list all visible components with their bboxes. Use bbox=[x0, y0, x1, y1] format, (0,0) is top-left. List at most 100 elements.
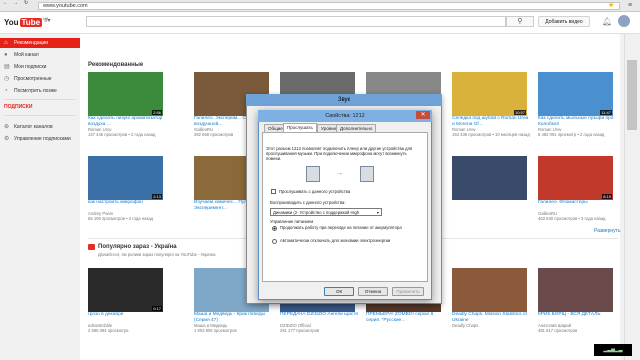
forward-icon[interactable]: → bbox=[13, 0, 18, 6]
clock-icon: ◔ bbox=[4, 88, 8, 94]
expand-link[interactable]: Развернуть bbox=[594, 228, 621, 234]
video-card[interactable]: 8:19 Галилео. Фломастеры GalileoRU 463 630 … bbox=[538, 156, 616, 221]
video-card[interactable]: 0:17 грозо в декабре edsonEcbble 2 595 084 … bbox=[88, 268, 166, 333]
logo-you: You bbox=[4, 17, 19, 27]
avatar[interactable] bbox=[618, 15, 630, 27]
reload-icon[interactable]: ↻ bbox=[24, 0, 28, 6]
ok-button[interactable]: ОК bbox=[324, 287, 354, 296]
video-card[interactable]: 2:13 как настроить микрофон Andrey Panin 55… bbox=[88, 156, 166, 221]
video-title[interactable]: Как сделать мыльные пузыри про Колобка!! bbox=[538, 116, 616, 127]
video-meta: 147 445 просмотров • 2 года назад bbox=[88, 132, 156, 137]
radio-keep-running[interactable] bbox=[272, 226, 277, 231]
playback-device-select[interactable]: Динамики (2- Устройство с поддержкой Hig… bbox=[270, 208, 382, 216]
sidebar-item-watch-later[interactable]: ◔ Посмотреть позже bbox=[0, 86, 80, 96]
sidebar-item-label: Рекомендации bbox=[14, 40, 49, 46]
video-title[interactable]: ПЕРЕДАЧА DZIDZIO Ангели щастя bbox=[280, 312, 358, 323]
video-title[interactable]: грозо в декабре bbox=[88, 312, 166, 323]
listen-description: Этот разъем 1212 позволяет подключить пл… bbox=[266, 146, 413, 161]
video-meta: 281 277 просмотров bbox=[280, 328, 320, 333]
arrow-right-icon: → bbox=[336, 170, 343, 177]
video-title[interactable]: Deadly Chaps. Mission Statistics of Ukra… bbox=[452, 312, 530, 323]
address-bar[interactable]: www.youtube.com bbox=[38, 2, 620, 10]
video-thumbnail[interactable]: 8:19 bbox=[538, 156, 613, 200]
radio-keep-running-label: Продолжать работу при переходе на питани… bbox=[280, 225, 402, 230]
sidebar-item-subscriptions[interactable]: ▤ Мои подписки bbox=[0, 62, 80, 72]
section-subtitle-popular: Дізнайтеся, які ролики зараз популярні н… bbox=[98, 252, 216, 257]
video-title[interactable]: Селедка под шубой с Roman Urea и Morena … bbox=[452, 116, 530, 127]
video-card[interactable]: 10:57 Селедка под шубой с Roman Urea и Mo… bbox=[452, 72, 530, 137]
divider bbox=[4, 115, 76, 116]
sidebar-item-label: Мой канал bbox=[14, 52, 39, 58]
video-thumbnail[interactable] bbox=[538, 268, 613, 312]
listen-checkbox-label: Прослушивать с данного устройства bbox=[279, 189, 351, 194]
sidebar-item-my-channel[interactable]: ● Мой канал bbox=[0, 50, 80, 60]
video-thumbnail[interactable] bbox=[452, 268, 527, 312]
bookmark-star-icon[interactable]: ★ bbox=[608, 2, 614, 10]
close-icon[interactable]: ✕ bbox=[416, 111, 430, 119]
properties-dialog-title: Свойства: 1212 bbox=[258, 110, 432, 122]
listen-checkbox[interactable] bbox=[271, 189, 276, 194]
video-duration: 0:17 bbox=[152, 306, 162, 311]
tab-advanced[interactable]: Дополнительно bbox=[336, 124, 377, 132]
channel-avatar-icon bbox=[88, 244, 95, 250]
radio-auto-disable-label: Автоматически отключать для экономии эле… bbox=[280, 238, 391, 243]
add-video-button[interactable]: Добавить видео bbox=[538, 16, 590, 27]
video-thumbnail[interactable] bbox=[452, 156, 527, 200]
subscriptions-heading: ПОДПИСКИ bbox=[4, 104, 33, 110]
sidebar-item-label: Каталог каналов bbox=[14, 124, 53, 130]
video-meta: 55 106 просмотров • 2 года назад bbox=[88, 216, 154, 221]
plus-circle-icon: ⊕ bbox=[4, 124, 10, 130]
tab-listen[interactable]: Прослушать bbox=[283, 123, 317, 132]
video-thumbnail[interactable]: 2:13 bbox=[88, 156, 163, 200]
cancel-button[interactable]: Отмена bbox=[358, 287, 388, 296]
video-title[interactable]: Маша и Медведь - Крик победы (Серия 47) bbox=[194, 312, 272, 323]
apply-button[interactable]: Применить bbox=[392, 287, 424, 296]
video-title[interactable]: как настроить микрофон bbox=[88, 200, 166, 211]
video-card[interactable]: 2:56 Как сделать лизун/ ароматизатор возд… bbox=[88, 72, 166, 137]
video-duration: 11:47 bbox=[600, 110, 612, 115]
browser-menu-icon[interactable]: ≡ bbox=[628, 2, 632, 10]
video-duration: 10:57 bbox=[513, 110, 526, 115]
video-thumbnail[interactable]: 10:57 bbox=[452, 72, 527, 116]
video-channel[interactable]: Deadly Chaps bbox=[452, 323, 530, 328]
divider bbox=[4, 99, 76, 100]
home-icon: ⌂ bbox=[4, 40, 8, 46]
video-title[interactable] bbox=[452, 200, 530, 211]
search-icon[interactable]: ⚲ bbox=[506, 16, 534, 27]
video-title[interactable]: Как сделать лизун/ ароматизатор воздуха … bbox=[88, 116, 166, 127]
video-duration: 2:13 bbox=[152, 194, 162, 199]
chevron-down-icon: ▾ bbox=[376, 210, 379, 215]
youtube-logo[interactable]: You Tube UA bbox=[4, 16, 49, 28]
playback-device-value: Динамики (2- Устройство с поддержкой Hig… bbox=[273, 210, 360, 215]
back-icon[interactable]: ← bbox=[3, 0, 8, 6]
sidebar-item-recommended[interactable]: ⌂ Рекомендации bbox=[0, 38, 80, 48]
sidebar-item-manage-subs[interactable]: ⚙ Управление подписками bbox=[0, 134, 80, 144]
video-card[interactable]: КРИК БОРЩ - ВСЯ ДЕТАЛЬ Анатолий Шарий 481 … bbox=[538, 268, 616, 333]
scrollbar-thumb[interactable] bbox=[627, 60, 637, 130]
video-thumbnail[interactable]: 2:56 bbox=[88, 72, 163, 116]
video-card[interactable]: 11:47 Как сделать мыльные пузыри про Коло… bbox=[538, 72, 616, 137]
video-card[interactable] bbox=[452, 156, 530, 211]
video-duration: 8:19 bbox=[602, 194, 612, 199]
video-thumbnail[interactable]: 0:17 bbox=[88, 268, 163, 312]
video-meta: 481 817 просмотров bbox=[538, 328, 578, 333]
video-title[interactable]: КРИК БОРЩ - ВСЯ ДЕТАЛЬ bbox=[538, 312, 616, 323]
source-device-icon bbox=[306, 166, 320, 182]
section-title-popular: Популярно зараз - Україна bbox=[98, 244, 177, 250]
video-thumbnail[interactable]: 11:47 bbox=[538, 72, 613, 116]
sidebar-item-history[interactable]: ◷ Просмотренные bbox=[0, 74, 80, 84]
notifications-bell-icon[interactable]: 🔔︎ bbox=[602, 16, 612, 27]
video-meta: 2 595 084 просмотра bbox=[88, 328, 129, 333]
video-card[interactable]: Deadly Chaps. Mission Statistics of Ukra… bbox=[452, 268, 530, 328]
video-title[interactable]: ПРЕМЬЕРА! ZOMBO! серіал 6 серия. "Русски… bbox=[366, 312, 444, 323]
subscriptions-icon: ▤ bbox=[4, 64, 10, 70]
guide-menu-icon[interactable]: ≡▾ bbox=[44, 17, 56, 26]
radio-auto-disable[interactable] bbox=[272, 239, 277, 244]
video-duration: 2:56 bbox=[152, 110, 162, 115]
sidebar-item-channel-catalog[interactable]: ⊕ Каталог каналов bbox=[0, 122, 80, 132]
video-title[interactable]: Галилео. Фломастеры bbox=[538, 200, 616, 211]
user-icon: ● bbox=[4, 52, 8, 58]
speaker-icon bbox=[360, 166, 374, 182]
search-input[interactable] bbox=[86, 16, 506, 27]
sidebar-item-label: Управление подписками bbox=[14, 136, 71, 142]
